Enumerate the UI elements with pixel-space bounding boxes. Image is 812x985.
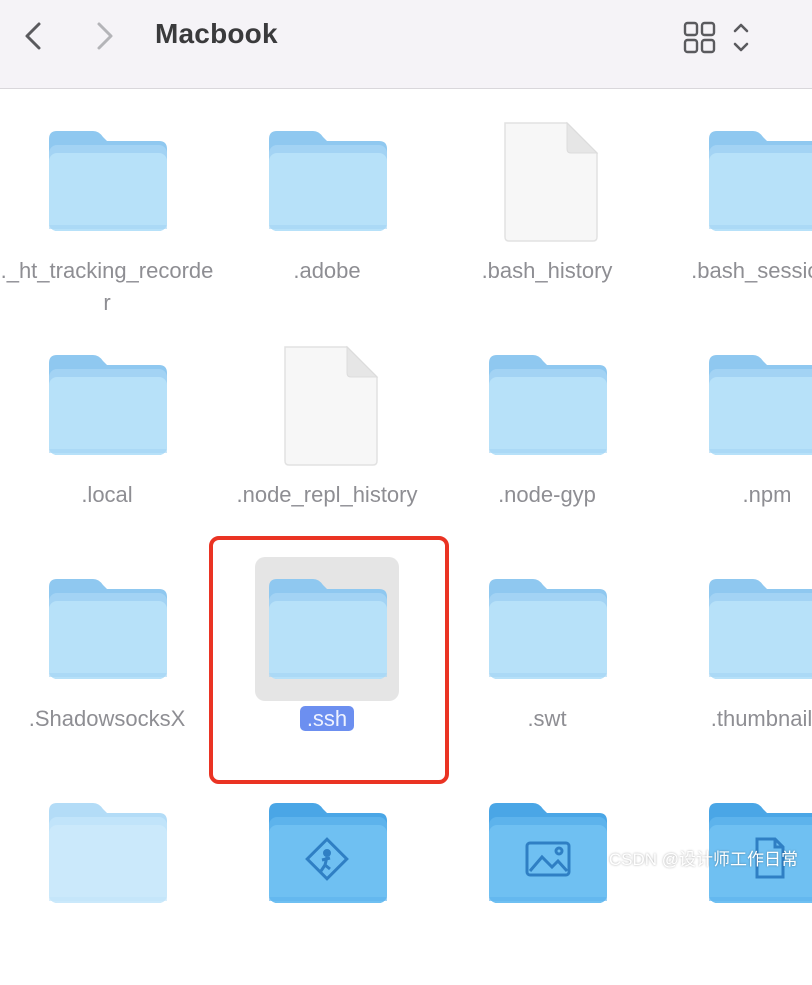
- folder-icon: [35, 333, 179, 477]
- chevron-left-icon: [25, 22, 41, 50]
- folder-icon: [475, 557, 619, 701]
- item-label-text: .node-gyp: [498, 482, 596, 507]
- folder-item[interactable]: .adobe: [220, 89, 440, 313]
- item-label: .bash_sessions: [660, 255, 812, 287]
- folder-item[interactable]: .local: [0, 313, 220, 537]
- file-item[interactable]: .bash_history: [440, 89, 660, 313]
- file-grid: ._ht_tracking_recorder .adobe .bash_histor…: [0, 89, 812, 903]
- item-label: .node-gyp: [440, 479, 654, 511]
- item-label-text: .local: [81, 482, 133, 507]
- folder-item[interactable]: [220, 761, 440, 985]
- file-item[interactable]: .node_repl_history: [220, 313, 440, 537]
- view-options-button[interactable]: [680, 18, 760, 58]
- folder-icon: [35, 781, 179, 925]
- folder-item[interactable]: [440, 761, 660, 985]
- item-label-text: .swt: [527, 706, 567, 731]
- folder-icon: [695, 557, 812, 701]
- window-title: Macbook: [155, 18, 278, 49]
- forward-button[interactable]: [86, 16, 126, 56]
- item-label: ._ht_tracking_recorder: [0, 255, 214, 319]
- grid-view-icon: [683, 21, 749, 54]
- item-label: .adobe: [220, 255, 434, 287]
- document-icon: [255, 333, 399, 477]
- item-label-text: .thumbnails: [710, 706, 812, 731]
- folder-icon: [255, 109, 399, 253]
- folder-item[interactable]: .node-gyp: [440, 313, 660, 537]
- folder-item[interactable]: ._ht_tracking_recorder: [0, 89, 220, 315]
- item-label-text: ._ht_tracking_recorder: [0, 258, 214, 315]
- folder-icon: [475, 781, 619, 925]
- folder-item[interactable]: .npm: [660, 313, 812, 537]
- chevron-right-icon: [97, 22, 113, 50]
- folder-item[interactable]: .swt: [440, 537, 660, 761]
- folder-icon: [255, 557, 399, 701]
- item-label-text: .node_repl_history: [236, 482, 418, 507]
- folder-item[interactable]: .thumbnails: [660, 537, 812, 761]
- item-label-text: .ssh: [299, 706, 355, 731]
- document-icon: [475, 109, 619, 253]
- item-label: .node_repl_history: [220, 479, 434, 511]
- item-label: .npm: [660, 479, 812, 511]
- item-label: .ShadowsocksX: [0, 703, 214, 735]
- folder-item[interactable]: [660, 761, 812, 985]
- item-label-text: .adobe: [293, 258, 361, 283]
- item-label: .thumbnails: [660, 703, 812, 735]
- item-label-text: .ShadowsocksX: [28, 706, 186, 731]
- item-label-text: .bash_sessions: [691, 258, 812, 283]
- item-label: .bash_history: [440, 255, 654, 287]
- item-label-text: .npm: [742, 482, 792, 507]
- folder-icon: [255, 781, 399, 925]
- folder-item[interactable]: .ssh: [220, 537, 440, 761]
- watermark: CSDN @设计师工作日常: [608, 850, 798, 869]
- folder-icon: [475, 333, 619, 477]
- folder-item[interactable]: .ShadowsocksX: [0, 537, 220, 761]
- back-button[interactable]: [14, 16, 54, 56]
- folder-item[interactable]: .bash_sessions: [660, 89, 812, 313]
- folder-icon: [695, 333, 812, 477]
- folder-icon: [35, 109, 179, 253]
- folder-icon: [35, 557, 179, 701]
- item-label: .ssh: [220, 703, 434, 735]
- finder-toolbar: Macbook: [0, 0, 812, 89]
- item-label: .local: [0, 479, 214, 511]
- folder-item[interactable]: [0, 761, 220, 985]
- item-label: .swt: [440, 703, 654, 735]
- folder-icon: [695, 109, 812, 253]
- item-label-text: .bash_history: [481, 258, 613, 283]
